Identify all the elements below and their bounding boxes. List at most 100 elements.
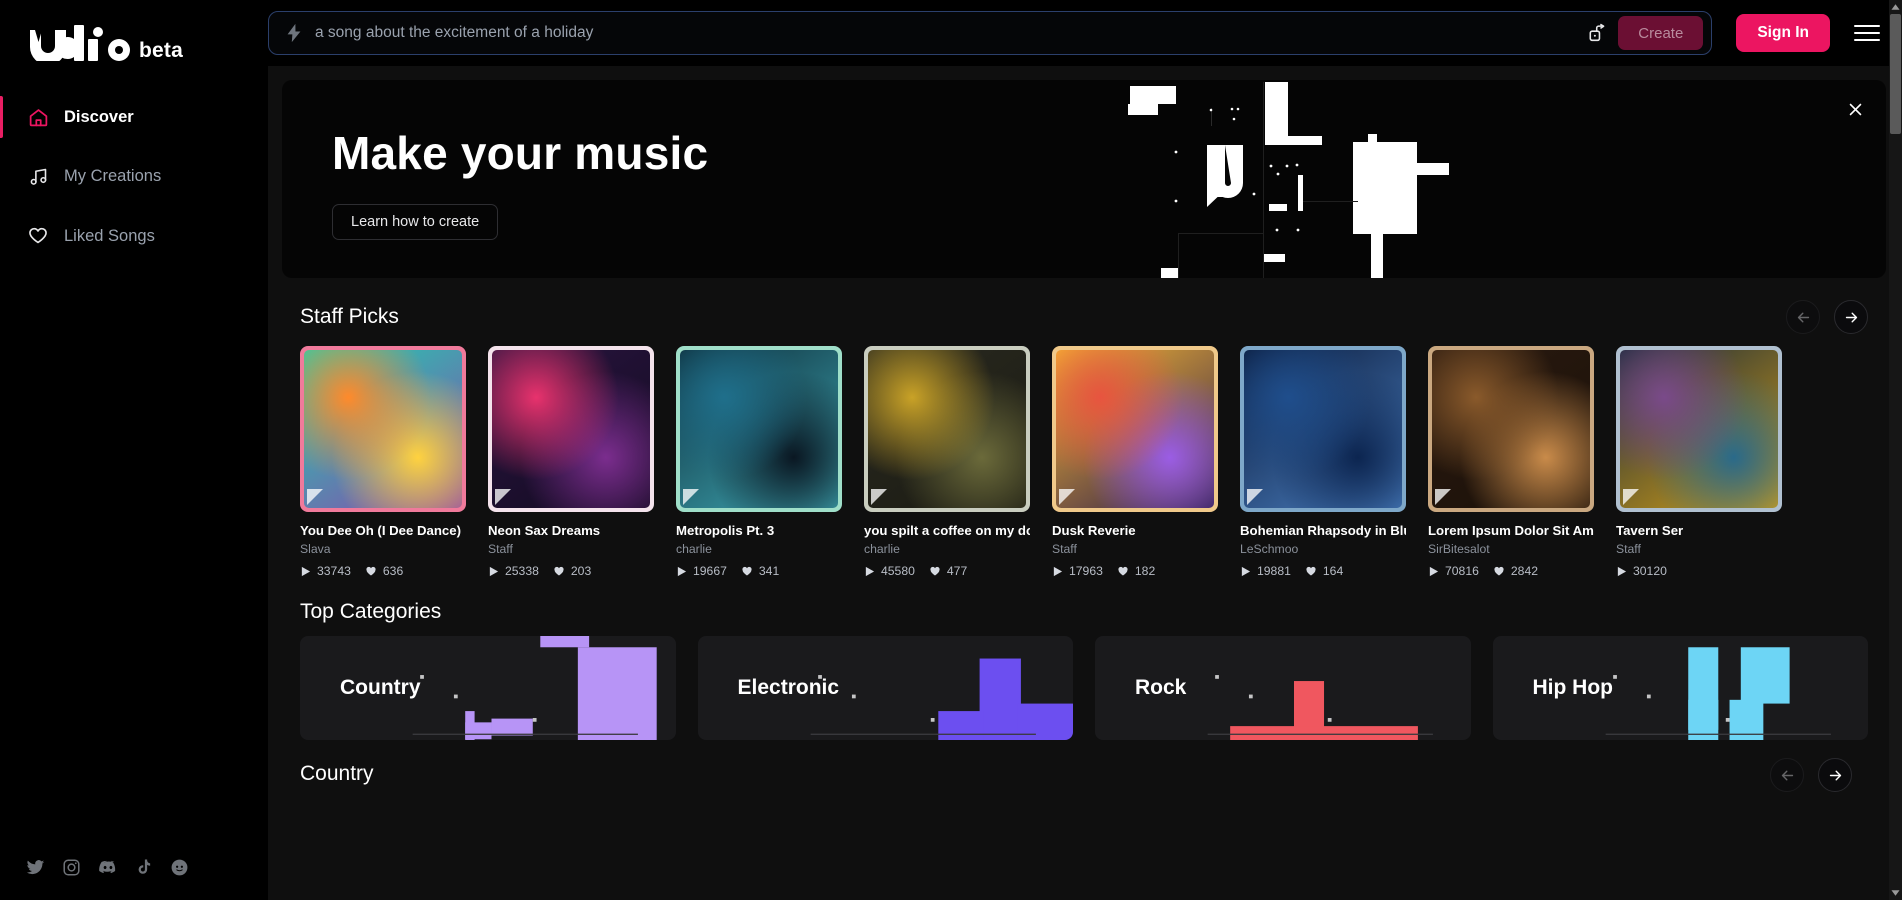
like-count: 182 xyxy=(1117,564,1155,578)
song-artist: Staff xyxy=(1052,542,1077,556)
like-count: 636 xyxy=(365,564,403,578)
song-thumbnail[interactable] xyxy=(300,346,466,512)
bottom-prev-button[interactable] xyxy=(1770,758,1804,792)
social-links xyxy=(26,857,189,882)
hero-content: Make your music Learn how to create xyxy=(282,80,1886,240)
song-card[interactable]: You Dee Oh (I Dee Dance) Slava 33743 636 xyxy=(300,346,466,578)
sidebar-item-my-creations[interactable]: My Creations xyxy=(0,153,268,199)
play-count-value: 45580 xyxy=(881,564,915,578)
song-artist: LeSchmoo xyxy=(1240,542,1299,556)
song-thumbnail[interactable] xyxy=(676,346,842,512)
play-corner-icon[interactable] xyxy=(1623,489,1639,505)
heart-filled-icon xyxy=(1118,566,1128,576)
song-card[interactable]: Bohemian Rhapsody in Blue LeSchmoo 19881 16… xyxy=(1240,346,1406,578)
discord-icon[interactable] xyxy=(98,857,118,882)
create-button[interactable]: Create xyxy=(1618,16,1704,50)
song-card[interactable]: Tavern Ser Staff 30120 xyxy=(1616,346,1782,578)
bottom-next-button[interactable] xyxy=(1818,758,1852,792)
staff-picks-prev-button[interactable] xyxy=(1786,300,1820,334)
brand-beta-tag: beta xyxy=(139,39,183,62)
song-stats: 19667 341 xyxy=(676,564,842,578)
category-card-hip-hop[interactable]: Hip Hop xyxy=(1492,636,1868,740)
play-count-value: 19667 xyxy=(693,564,727,578)
song-stats: 25338 203 xyxy=(488,564,654,578)
play-corner-icon[interactable] xyxy=(871,489,887,505)
song-stats: 30120 xyxy=(1616,564,1782,578)
song-artist: Staff xyxy=(1616,542,1641,556)
scroll-area: Make your music Learn how to create Staf… xyxy=(268,66,1902,900)
arrow-left-icon xyxy=(1797,312,1809,322)
song-thumbnail[interactable] xyxy=(488,346,654,512)
scrollbar-thumb[interactable] xyxy=(1890,14,1901,134)
play-count: 30120 xyxy=(1616,564,1667,578)
song-stats: 33743 636 xyxy=(300,564,466,578)
song-card[interactable]: you spilt a coffee on my dog charlie 45580… xyxy=(864,346,1030,578)
song-stats: 19881 164 xyxy=(1240,564,1406,578)
play-corner-icon[interactable] xyxy=(1059,489,1075,505)
scroll-up-arrow-icon[interactable] xyxy=(1889,0,1902,14)
song-thumbnail[interactable] xyxy=(1616,346,1782,512)
song-title: Metropolis Pt. 3 xyxy=(676,523,775,538)
prompt-input[interactable] xyxy=(315,24,1589,42)
play-corner-icon[interactable] xyxy=(1435,489,1451,505)
song-thumbnail[interactable] xyxy=(864,346,1030,512)
song-stats: 17963 182 xyxy=(1052,564,1218,578)
learn-how-to-create-button[interactable]: Learn how to create xyxy=(332,204,499,240)
song-thumbnail[interactable] xyxy=(1240,346,1406,512)
bottom-section: Country xyxy=(282,740,1886,792)
heart-filled-icon xyxy=(1306,566,1316,576)
play-count: 19667 xyxy=(676,564,727,578)
heart-filled-icon xyxy=(1494,566,1504,576)
song-thumbnail[interactable] xyxy=(1052,346,1218,512)
hero-banner: Make your music Learn how to create xyxy=(282,80,1886,278)
song-card[interactable]: Neon Sax Dreams Staff 25338 203 xyxy=(488,346,654,578)
song-artist: SirBitesalot xyxy=(1428,542,1490,556)
category-card-electronic[interactable]: Electronic xyxy=(697,636,1073,740)
category-card-country[interactable]: Country xyxy=(300,636,676,740)
staff-picks-rail[interactable]: You Dee Oh (I Dee Dance) Slava 33743 636 Neo… xyxy=(282,346,1886,578)
like-count-value: 636 xyxy=(382,564,404,578)
play-count: 70816 xyxy=(1428,564,1479,578)
arrow-right-icon xyxy=(1829,770,1841,780)
heart-icon xyxy=(26,224,50,248)
like-count: 203 xyxy=(553,564,591,578)
like-count-value: 182 xyxy=(1134,564,1156,578)
topbar: Create Sign In xyxy=(268,0,1902,66)
dice-shuffle-icon[interactable] xyxy=(1588,22,1610,44)
sidebar-item-discover[interactable]: Discover xyxy=(0,94,268,140)
hamburger-menu-icon[interactable] xyxy=(1854,25,1880,41)
song-title: Tavern Ser xyxy=(1616,523,1684,538)
play-count: 25338 xyxy=(488,564,539,578)
play-icon xyxy=(489,566,499,576)
category-card-rock[interactable]: Rock xyxy=(1095,636,1471,740)
play-corner-icon[interactable] xyxy=(307,489,323,505)
reddit-icon[interactable] xyxy=(170,858,189,882)
song-thumbnail[interactable] xyxy=(1428,346,1594,512)
song-card[interactable]: Lorem Ipsum Dolor Sit Amet SirBitesalot 70… xyxy=(1428,346,1594,578)
song-artist: Staff xyxy=(488,542,513,556)
play-corner-icon[interactable] xyxy=(683,489,699,505)
play-count: 33743 xyxy=(300,564,351,578)
prompt-bar[interactable]: Create xyxy=(268,11,1713,55)
song-card[interactable]: Metropolis Pt. 3 charlie 19667 341 xyxy=(676,346,842,578)
song-artwork xyxy=(1244,350,1402,508)
play-corner-icon[interactable] xyxy=(1247,489,1263,505)
close-icon[interactable] xyxy=(1842,96,1868,122)
instagram-icon[interactable] xyxy=(62,858,81,882)
play-count-value: 33743 xyxy=(317,564,351,578)
scroll-down-arrow-icon[interactable] xyxy=(1889,886,1902,900)
play-count-value: 25338 xyxy=(505,564,539,578)
staff-picks-next-button[interactable] xyxy=(1834,300,1868,334)
twitter-icon[interactable] xyxy=(26,858,45,882)
sign-in-button[interactable]: Sign In xyxy=(1736,14,1830,52)
tiktok-icon[interactable] xyxy=(135,858,153,881)
brand[interactable]: beta xyxy=(0,0,268,66)
music-note-icon xyxy=(26,164,50,188)
like-count: 341 xyxy=(741,564,779,578)
top-categories-header: Top Categories xyxy=(282,578,1886,636)
play-corner-icon[interactable] xyxy=(495,489,511,505)
song-title: Neon Sax Dreams xyxy=(488,523,601,538)
sidebar-item-liked-songs[interactable]: Liked Songs xyxy=(0,213,268,259)
song-card[interactable]: Dusk Reverie Staff 17963 182 xyxy=(1052,346,1218,578)
vertical-scrollbar[interactable] xyxy=(1889,0,1902,900)
